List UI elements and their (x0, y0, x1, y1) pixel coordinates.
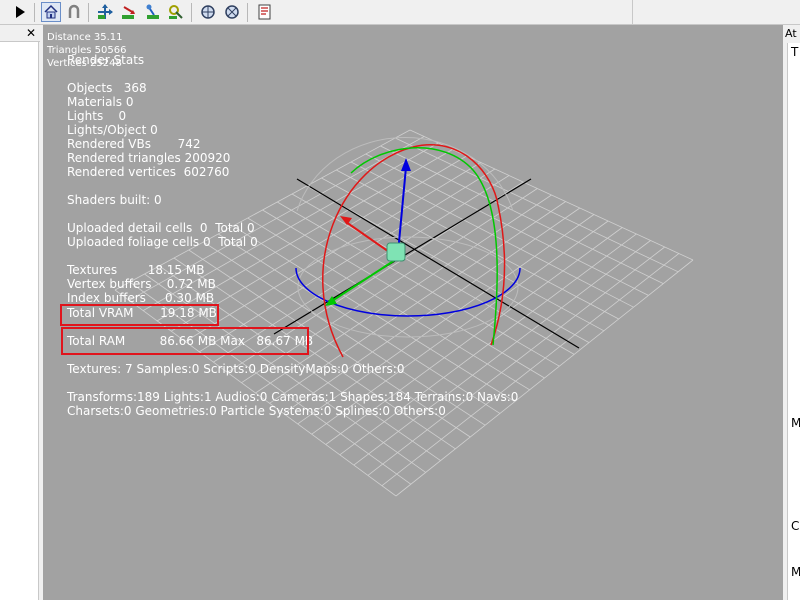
stat-shaders-built: Shaders built: 0 (67, 193, 162, 207)
right-panel-label: C (791, 519, 800, 533)
toolbar-separator (34, 3, 35, 22)
move-tool-icon[interactable] (95, 2, 115, 22)
play-icon[interactable] (10, 2, 30, 22)
stat-uploaded-foliage-cells: Uploaded foliage cells 0 Total 0 (67, 235, 258, 249)
scale-tool-icon[interactable] (143, 2, 163, 22)
stat-lights: Lights 0 (67, 109, 127, 123)
pan-tool-icon[interactable] (166, 2, 186, 22)
stat-vertex-buffers: Vertex buffers 0.72 MB (67, 277, 216, 291)
gizmo-y-arrow[interactable] (331, 259, 396, 302)
attributes-tab[interactable]: At (785, 27, 797, 40)
highlight-box-ram (61, 327, 309, 355)
stat-index-buffers: Index buffers 0.30 MB (67, 291, 215, 305)
stat-objects: Objects 368 (67, 81, 147, 95)
stat-uploaded-detail-cells: Uploaded detail cells 0 Total 0 (67, 221, 255, 235)
toolbar-right-area (632, 0, 800, 25)
right-panel-field-label: T (791, 45, 799, 59)
highlight-box-vram (60, 304, 219, 326)
camera-distance: Distance 35.11 (47, 32, 123, 43)
magnet-icon[interactable] (64, 2, 84, 22)
render-stats-title: Render Stats (67, 53, 145, 67)
gizmo-x-arrowhead[interactable] (340, 216, 352, 225)
local-space-icon[interactable] (222, 2, 242, 22)
right-panel-body[interactable]: T (787, 43, 800, 600)
main-toolbar (0, 0, 632, 25)
scene-viewport[interactable]: Distance 35.11 Triangles 50566 Vertices … (43, 25, 783, 600)
close-icon[interactable]: ✕ (26, 25, 36, 41)
stats-toggle-icon[interactable] (255, 2, 275, 22)
stat-resources-line: Textures: 7 Samples:0 Scripts:0 DensityM… (67, 362, 405, 376)
right-panel: At T M C M (783, 25, 800, 600)
left-panel-header: ✕ (0, 25, 40, 42)
left-panel: ✕ (0, 25, 40, 600)
right-panel-label: M (791, 416, 800, 430)
right-panel-label: M (791, 565, 800, 579)
stat-transforms-line: Transforms:189 Lights:1 Audios:0 Cameras… (67, 390, 519, 404)
stat-textures: Textures 18.15 MB (67, 263, 205, 277)
rotate-tool-icon[interactable] (119, 2, 139, 22)
stat-materials: Materials 0 (67, 95, 134, 109)
stat-lights-per-object: Lights/Object 0 (67, 123, 158, 137)
grid-line (381, 253, 680, 487)
toolbar-separator (247, 3, 248, 22)
left-panel-body[interactable] (0, 42, 39, 600)
stat-rendered-triangles: Rendered triangles 200920 (67, 151, 231, 165)
toolbar-separator (191, 3, 192, 22)
stat-rendered-vbs: Rendered VBs 742 (67, 137, 201, 151)
stat-charsets-line: Charsets:0 Geometries:0 Particle Systems… (67, 404, 446, 418)
stat-rendered-vertices: Rendered vertices 602760 (67, 165, 230, 179)
toolbar-separator (88, 3, 89, 22)
world-space-icon[interactable] (198, 2, 218, 22)
gizmo-center-handle[interactable] (386, 242, 406, 262)
home-view-icon[interactable] (41, 2, 61, 22)
grid-line (395, 259, 694, 497)
